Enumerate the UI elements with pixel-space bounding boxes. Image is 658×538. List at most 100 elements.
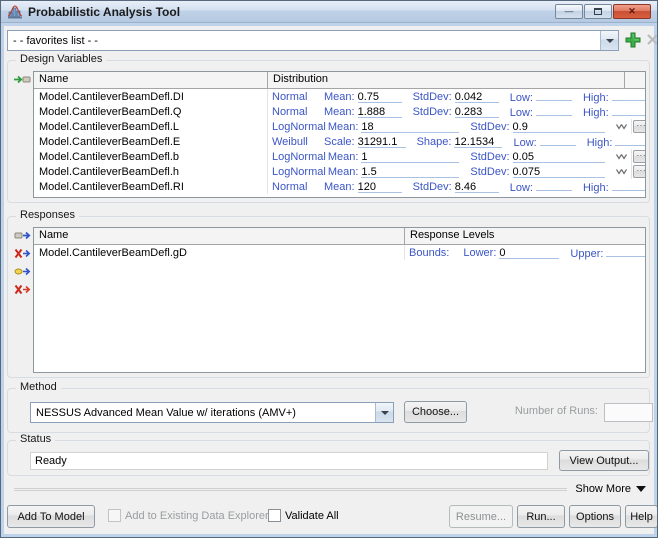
add-response-icon[interactable] (14, 230, 31, 241)
field-value[interactable]: 18 (361, 121, 459, 133)
responses-header[interactable]: Name Response Levels (34, 228, 645, 245)
design-variable-row[interactable]: Model.CantileverBeamDefl.h LogNormalMean:… (34, 164, 645, 179)
field-value[interactable] (540, 134, 576, 146)
field-label: Upper: (570, 248, 603, 260)
minimize-button[interactable]: — (555, 4, 583, 19)
row-details-button[interactable]: ... (633, 165, 645, 178)
distribution-type[interactable]: LogNormal (272, 166, 328, 178)
run-button[interactable]: Run... (517, 505, 565, 528)
variable-name[interactable]: Model.CantileverBeamDefl.L (34, 119, 268, 134)
checkbox-icon[interactable] (268, 509, 281, 522)
field-value[interactable]: 0.9 (513, 121, 605, 133)
response-name[interactable]: Model.CantileverBeamDefl.gD (34, 245, 405, 260)
field-value[interactable]: 12.1534 (454, 136, 502, 148)
field-value[interactable]: 0.283 (455, 106, 499, 118)
field-value[interactable]: 8.46 (455, 181, 499, 193)
distribution-type[interactable]: Normal (272, 106, 324, 118)
row-details-button[interactable]: ... (633, 120, 645, 133)
show-more-arrow-icon[interactable] (636, 486, 646, 492)
field-label: Shape: (417, 136, 452, 148)
field-value[interactable] (615, 134, 645, 146)
dist-field: Mean:1.5 (328, 166, 460, 178)
variable-name[interactable]: Model.CantileverBeamDefl.RI (34, 179, 268, 194)
validate-all-label[interactable]: Validate All (285, 510, 339, 522)
options-button[interactable]: Options (569, 505, 621, 528)
add-variable-icon[interactable] (14, 74, 31, 85)
field-value[interactable]: 0.042 (455, 91, 499, 103)
response-row[interactable]: Model.CantileverBeamDefl.gDBounds:Lower:… (34, 245, 645, 260)
show-more-label[interactable]: Show More (575, 483, 631, 495)
dist-field: Mean:18 (328, 121, 460, 133)
window-content: - - favorites list - - Design Variables (1, 23, 657, 537)
variable-name[interactable]: Model.CantileverBeamDefl.h (34, 164, 268, 179)
field-value[interactable] (536, 89, 572, 101)
field-value[interactable]: 1.888 (358, 106, 402, 118)
field-label: Mean: (324, 91, 355, 103)
row-details-button[interactable]: ... (633, 150, 645, 163)
design-variable-row[interactable]: Model.CantileverBeamDefl.L LogNormalMean:… (34, 119, 645, 134)
field-label: High: (583, 182, 609, 194)
variable-name[interactable]: Model.CantileverBeamDefl.E (34, 134, 268, 149)
field-value[interactable]: 0.05 (513, 151, 605, 163)
chevron-down-icon (606, 39, 614, 43)
method-combobox[interactable]: NESSUS Advanced Mean Value w/ iterations… (30, 402, 394, 423)
expand-row-chevron-icon[interactable] (616, 154, 627, 160)
field-value[interactable] (606, 245, 645, 257)
delete-favorite-icon (646, 33, 658, 46)
design-variables-header[interactable]: Name Distribution (34, 72, 645, 89)
dist-field: High: (587, 134, 645, 149)
expand-row-chevron-icon[interactable] (616, 124, 627, 130)
show-more-row[interactable]: Show More (14, 481, 646, 497)
column-header-name[interactable]: Name (34, 228, 405, 244)
distribution-type[interactable]: Normal (272, 181, 324, 193)
field-value[interactable] (536, 104, 572, 116)
dist-field: Low: (513, 134, 575, 149)
field-label: Scale: (324, 136, 355, 148)
variable-name[interactable]: Model.CantileverBeamDefl.Q (34, 104, 268, 119)
variable-name[interactable]: Model.CantileverBeamDefl.b (34, 149, 268, 164)
design-variable-row[interactable]: Model.CantileverBeamDefl.DINormalMean:0.… (34, 89, 645, 104)
design-variable-row[interactable]: Model.CantileverBeamDefl.QNormalMean:1.8… (34, 104, 645, 119)
field-value[interactable] (612, 179, 645, 191)
add-favorite-icon[interactable] (625, 32, 641, 48)
field-value[interactable] (612, 89, 645, 101)
titlebar[interactable]: Probabilistic Analysis Tool — ✕ (1, 1, 657, 23)
column-header-response-levels[interactable]: Response Levels (405, 228, 645, 244)
remove-response-icon[interactable] (14, 248, 31, 259)
field-value[interactable]: 1.5 (361, 166, 459, 178)
close-button[interactable]: ✕ (613, 4, 651, 19)
validate-all-checkbox[interactable]: Validate All (268, 509, 339, 522)
design-variable-row[interactable]: Model.CantileverBeamDefl.bLogNormalMean:… (34, 149, 645, 164)
remove-response-level-icon[interactable] (14, 284, 31, 295)
column-header-distribution[interactable]: Distribution (268, 72, 625, 88)
variable-name[interactable]: Model.CantileverBeamDefl.DI (34, 89, 268, 104)
add-to-model-button[interactable]: Add To Model (7, 505, 95, 528)
field-value[interactable]: 0.75 (358, 91, 402, 103)
view-output-button[interactable]: View Output... (559, 450, 649, 471)
responses-table: Name Response Levels Model.CantileverBea… (33, 227, 646, 373)
maximize-button[interactable] (584, 4, 612, 19)
expand-row-chevron-icon[interactable] (616, 169, 627, 175)
field-value[interactable]: 120 (358, 181, 402, 193)
field-value[interactable]: 1 (361, 151, 459, 163)
design-variable-row[interactable]: Model.CantileverBeamDefl.E WeibullScale:3… (34, 134, 645, 149)
footer: Add To Model Add to Existing Data Explor… (6, 504, 652, 530)
field-label: Mean: (324, 181, 355, 193)
field-value[interactable]: 0 (499, 247, 559, 259)
help-button[interactable]: Help (625, 505, 658, 528)
field-value[interactable] (612, 104, 645, 116)
method-dropdown-button[interactable] (375, 403, 393, 422)
distribution-type[interactable]: Normal (272, 91, 324, 103)
design-variable-row[interactable]: Model.CantileverBeamDefl.RI NormalMean:12… (34, 179, 645, 194)
add-response-level-icon[interactable] (14, 266, 31, 277)
favorites-dropdown-button[interactable] (600, 31, 618, 50)
distribution-type[interactable]: Weibull (272, 136, 324, 148)
field-value[interactable]: 31291.1 (358, 136, 406, 148)
favorites-combobox[interactable]: - - favorites list - - (7, 30, 619, 51)
field-value[interactable] (536, 179, 572, 191)
distribution-type[interactable]: LogNormal (272, 121, 328, 133)
choose-method-button[interactable]: Choose... (404, 401, 467, 423)
distribution-type[interactable]: LogNormal (272, 151, 328, 163)
field-value[interactable]: 0.075 (513, 166, 605, 178)
column-header-name[interactable]: Name (34, 72, 268, 88)
